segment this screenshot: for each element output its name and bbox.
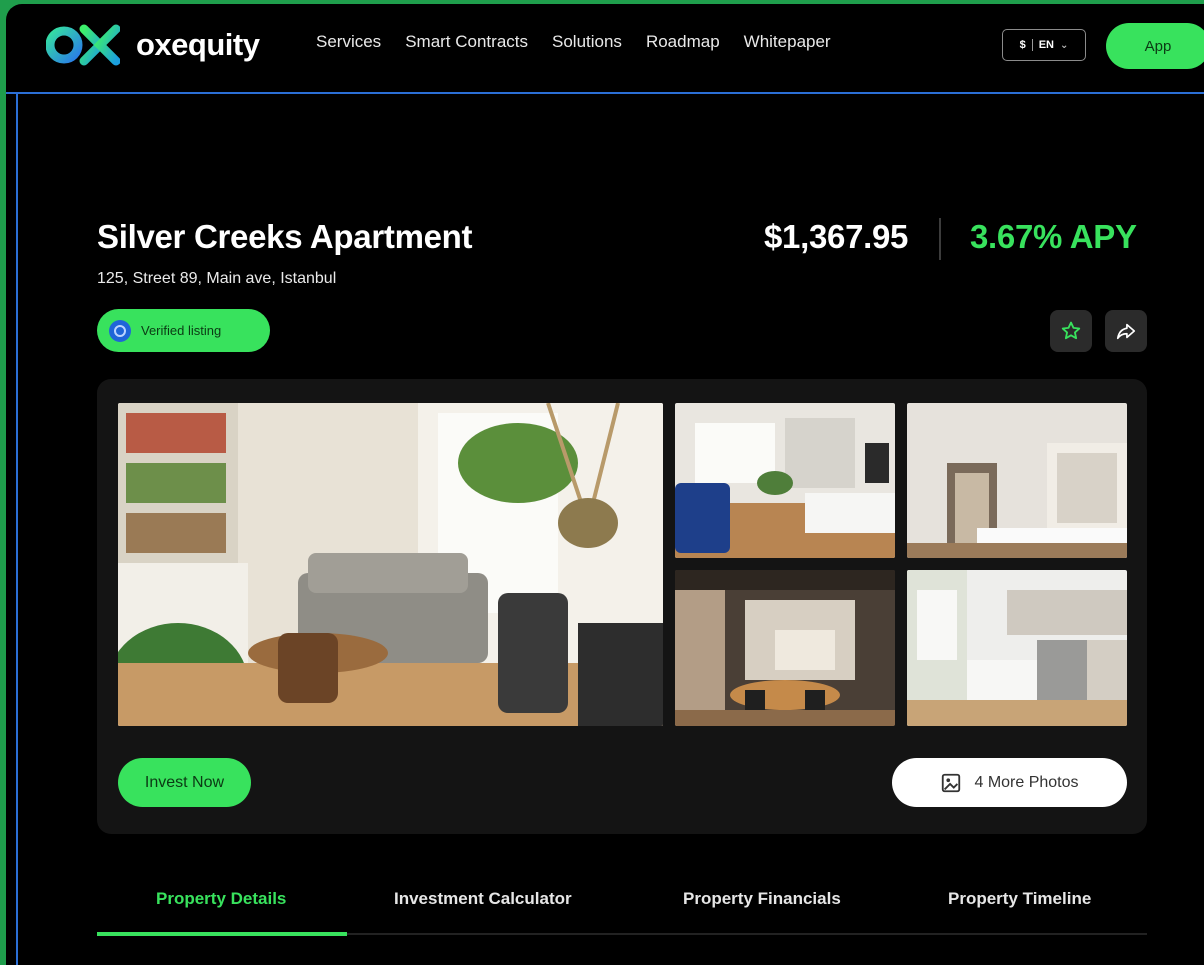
property-price: $1,367.95 xyxy=(764,218,909,255)
chevron-down-icon: ⌄ xyxy=(1060,39,1069,51)
top-nav-bar: oxequity Services Smart Contracts Soluti… xyxy=(6,4,1204,94)
active-tab-indicator xyxy=(97,932,347,936)
verified-badge: Verified listing xyxy=(97,309,270,352)
dining-room-photo xyxy=(675,570,895,726)
accent-divider xyxy=(16,94,18,965)
bedroom-photo xyxy=(907,403,1127,558)
gallery-photo-main[interactable] xyxy=(118,403,663,726)
star-icon xyxy=(1061,321,1081,340)
favorite-button[interactable] xyxy=(1050,310,1092,352)
gallery-photo-3[interactable] xyxy=(907,403,1127,558)
more-photos-button[interactable]: 4 More Photos xyxy=(892,758,1127,807)
verified-label: Verified listing xyxy=(141,323,222,338)
brand-logo[interactable]: oxequity xyxy=(46,22,260,68)
language-label: EN xyxy=(1038,39,1054,51)
more-photos-label: 4 More Photos xyxy=(974,773,1079,791)
oxequity-logo-icon xyxy=(46,24,120,66)
share-button[interactable] xyxy=(1105,310,1147,352)
verified-icon xyxy=(109,319,131,342)
nav-whitepaper[interactable]: Whitepaper xyxy=(744,32,831,52)
image-icon xyxy=(942,773,961,792)
tab-property-timeline[interactable]: Property Timeline xyxy=(948,889,1091,909)
currency-language-selector[interactable]: $ EN ⌄ xyxy=(1002,29,1086,61)
main-nav: Services Smart Contracts Solutions Roadm… xyxy=(316,32,831,52)
app-button[interactable]: App xyxy=(1106,23,1204,69)
nav-smart-contracts[interactable]: Smart Contracts xyxy=(405,32,528,52)
living-room-photo xyxy=(118,403,663,726)
share-icon xyxy=(1116,323,1136,340)
gallery-card: Invest Now 4 More Photos xyxy=(97,379,1147,834)
nav-roadmap[interactable]: Roadmap xyxy=(646,32,720,52)
gallery-photo-5[interactable] xyxy=(907,570,1127,726)
property-title: Silver Creeks Apartment xyxy=(97,218,473,255)
property-tabs: Property Details Investment Calculator P… xyxy=(97,879,1147,939)
gallery-photo-4[interactable] xyxy=(675,570,895,726)
blue-sofa-room-photo xyxy=(675,403,895,558)
brand-name: oxequity xyxy=(136,27,260,62)
currency-label: $ xyxy=(1019,39,1026,51)
tab-property-details[interactable]: Property Details xyxy=(156,889,286,909)
nav-solutions[interactable]: Solutions xyxy=(552,32,622,52)
price-divider xyxy=(939,218,941,260)
invest-now-button[interactable]: Invest Now xyxy=(118,758,251,807)
property-apy: 3.67% APY xyxy=(970,218,1137,255)
gallery-photo-2[interactable] xyxy=(675,403,895,558)
tab-investment-calculator[interactable]: Investment Calculator xyxy=(394,889,572,909)
tab-property-financials[interactable]: Property Financials xyxy=(683,889,841,909)
nav-services[interactable]: Services xyxy=(316,32,381,52)
app-window: oxequity Services Smart Contracts Soluti… xyxy=(6,4,1204,965)
kitchen-photo xyxy=(907,570,1127,726)
property-address: 125, Street 89, Main ave, Istanbul xyxy=(97,270,337,287)
selector-divider xyxy=(1031,39,1033,51)
